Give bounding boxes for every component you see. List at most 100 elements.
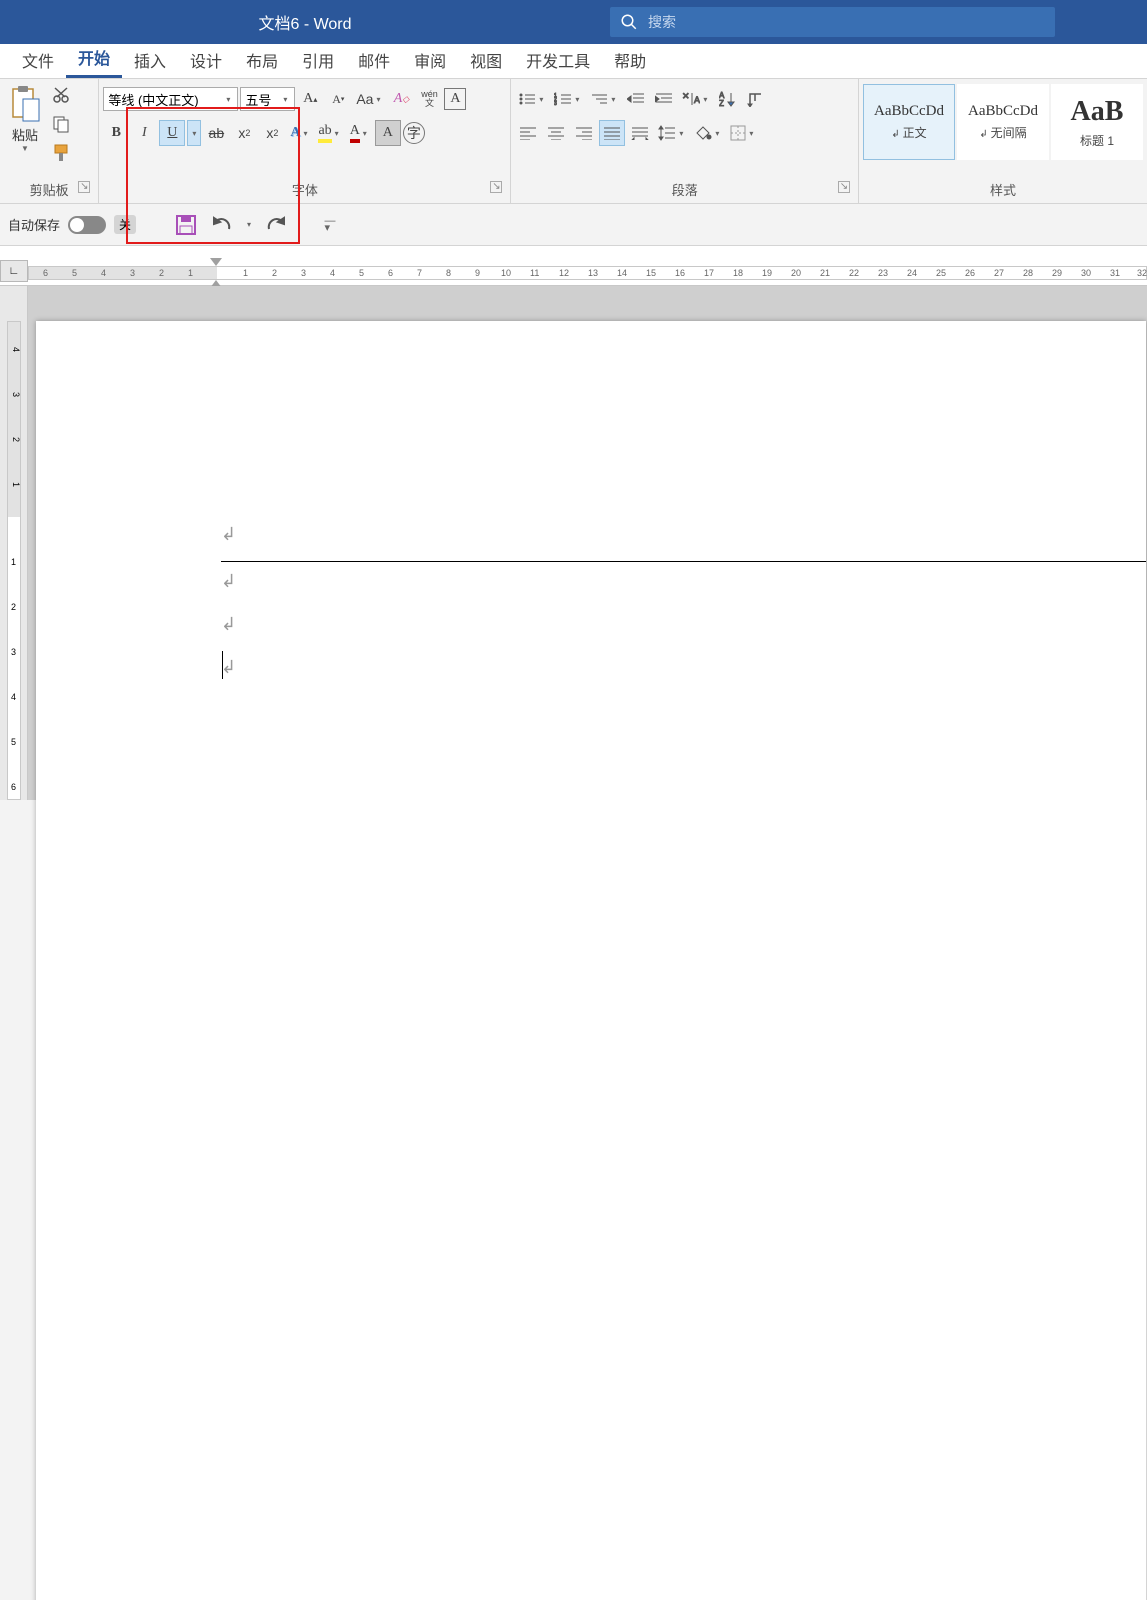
font-name-combo[interactable]: 等线 (中文正文)▾ xyxy=(103,87,238,111)
asian-icon: ✕A xyxy=(682,91,700,107)
align-justify-icon xyxy=(603,126,621,140)
style-heading1[interactable]: AaB 标题 1 xyxy=(1051,84,1143,160)
svg-text:3: 3 xyxy=(554,101,557,106)
sort-button[interactable]: AZ xyxy=(715,86,741,112)
tab-mailings[interactable]: 邮件 xyxy=(346,42,402,78)
distributed-button[interactable] xyxy=(627,120,653,146)
multilevel-icon xyxy=(590,92,608,106)
character-border-button[interactable]: A xyxy=(444,88,466,110)
text-cursor xyxy=(222,651,223,679)
save-button[interactable] xyxy=(172,211,200,239)
tab-review[interactable]: 审阅 xyxy=(402,42,458,78)
doc-name: 文档6 xyxy=(258,16,299,33)
underline-button[interactable]: U xyxy=(159,120,185,146)
numbering-icon: 123 xyxy=(554,92,572,106)
borders-button[interactable]: ▾ xyxy=(727,120,759,146)
paste-button[interactable]: 粘贴 ▼ xyxy=(4,82,46,156)
italic-button[interactable]: I xyxy=(131,120,157,146)
font-color-button[interactable]: A▾ xyxy=(347,120,373,146)
search-input[interactable] xyxy=(648,14,1028,30)
multilevel-list-button[interactable]: ▾ xyxy=(587,86,621,112)
dialog-launcher-icon[interactable]: ↘ xyxy=(490,181,502,193)
text-effects-button[interactable]: A▾ xyxy=(287,120,313,146)
autosave-state: 关 xyxy=(114,215,136,234)
tab-references[interactable]: 引用 xyxy=(290,42,346,78)
group-label-clipboard: 剪贴板↘ xyxy=(4,177,94,203)
underline-dropdown[interactable]: ▾ xyxy=(187,120,201,146)
copy-button[interactable] xyxy=(48,111,74,137)
redo-button[interactable] xyxy=(262,211,290,239)
paintbrush-icon xyxy=(51,143,71,163)
document-area[interactable]: ↲ ↲ ↲ ↲ xyxy=(28,286,1147,800)
customize-qat-button[interactable]: —▾ xyxy=(316,211,344,239)
undo-button[interactable] xyxy=(208,211,236,239)
subscript-button[interactable]: x2 xyxy=(231,120,257,146)
tab-selector[interactable]: ∟ xyxy=(0,260,28,282)
superscript-button[interactable]: x2 xyxy=(259,120,285,146)
align-justify-button[interactable] xyxy=(599,120,625,146)
tab-help[interactable]: 帮助 xyxy=(602,42,658,78)
align-left-icon xyxy=(519,126,537,140)
bullets-button[interactable]: ▾ xyxy=(515,86,549,112)
search-box[interactable] xyxy=(610,7,1055,37)
ruler-margin-left: 6 5 4 3 2 1 xyxy=(29,267,217,279)
search-icon xyxy=(620,13,638,31)
character-shading-button[interactable]: A xyxy=(375,120,401,146)
asian-layout-button[interactable]: ✕A▾ xyxy=(679,86,713,112)
autosave-toggle[interactable] xyxy=(68,216,106,234)
horizontal-ruler[interactable]: ∟ 6 5 4 3 2 1 1 2 3 4 5 6 7 8 9 10 11 12… xyxy=(0,246,1147,286)
copy-icon xyxy=(52,115,70,133)
style-normal[interactable]: AaBbCcDd ↲ 正文 xyxy=(863,84,955,160)
shading-button[interactable]: ▾ xyxy=(691,120,725,146)
redo-icon xyxy=(265,215,287,235)
dialog-launcher-icon[interactable]: ↘ xyxy=(78,181,90,193)
change-case-button[interactable]: Aa▾ xyxy=(353,86,386,112)
highlight-button[interactable]: ab▾ xyxy=(315,120,344,146)
ribbon-tabs: 文件 开始 插入 设计 布局 引用 邮件 审阅 视图 开发工具 帮助 xyxy=(0,44,1147,79)
bucket-icon xyxy=(694,125,712,141)
enclose-character-button[interactable]: 字 xyxy=(403,122,425,144)
pilcrow-icon xyxy=(747,91,765,107)
tab-view[interactable]: 视图 xyxy=(458,42,514,78)
distributed-icon xyxy=(631,126,649,140)
first-line-indent-marker[interactable] xyxy=(210,258,222,266)
clipboard-icon xyxy=(9,85,41,123)
paragraph-mark: ↲ xyxy=(221,657,236,678)
tab-home[interactable]: 开始 xyxy=(66,39,122,78)
font-size-combo[interactable]: 五号▾ xyxy=(240,87,295,111)
tab-file[interactable]: 文件 xyxy=(10,42,66,78)
line-spacing-button[interactable]: ▾ xyxy=(655,120,689,146)
align-center-button[interactable] xyxy=(543,120,569,146)
tab-developer[interactable]: 开发工具 xyxy=(514,42,602,78)
align-right-button[interactable] xyxy=(571,120,597,146)
show-marks-button[interactable] xyxy=(743,86,769,112)
outdent-icon xyxy=(627,92,645,106)
shrink-font-button[interactable]: A▾ xyxy=(325,86,351,112)
numbering-button[interactable]: 123▾ xyxy=(551,86,585,112)
undo-dropdown[interactable]: ▾ xyxy=(244,220,254,229)
tab-insert[interactable]: 插入 xyxy=(122,42,178,78)
grow-font-button[interactable]: A▴ xyxy=(297,86,323,112)
dialog-launcher-icon[interactable]: ↘ xyxy=(838,181,850,193)
strikethrough-button[interactable]: ab xyxy=(203,120,229,146)
format-painter-button[interactable] xyxy=(48,140,74,166)
autosave-label: 自动保存 xyxy=(8,215,60,234)
style-nospacing[interactable]: AaBbCcDd ↲ 无间隔 xyxy=(957,84,1049,160)
cut-button[interactable] xyxy=(48,82,74,108)
bold-button[interactable]: B xyxy=(103,120,129,146)
align-right-icon xyxy=(575,126,593,140)
paragraph-mark: ↲ xyxy=(221,571,236,592)
phonetic-guide-button[interactable]: wén文 xyxy=(416,86,442,112)
paragraph-mark: ↲ xyxy=(221,614,236,635)
tab-design[interactable]: 设计 xyxy=(178,42,234,78)
tab-layout[interactable]: 布局 xyxy=(234,42,290,78)
page[interactable]: ↲ ↲ ↲ ↲ xyxy=(36,321,1146,1600)
clear-format-button[interactable]: A◇ xyxy=(388,86,414,112)
vertical-ruler[interactable]: 4 3 2 1 1 2 3 4 5 6 xyxy=(0,286,28,800)
align-left-button[interactable] xyxy=(515,120,541,146)
align-center-icon xyxy=(547,126,565,140)
increase-indent-button[interactable] xyxy=(651,86,677,112)
chevron-down-icon: ▼ xyxy=(20,144,30,153)
decrease-indent-button[interactable] xyxy=(623,86,649,112)
bullets-icon xyxy=(518,92,536,106)
